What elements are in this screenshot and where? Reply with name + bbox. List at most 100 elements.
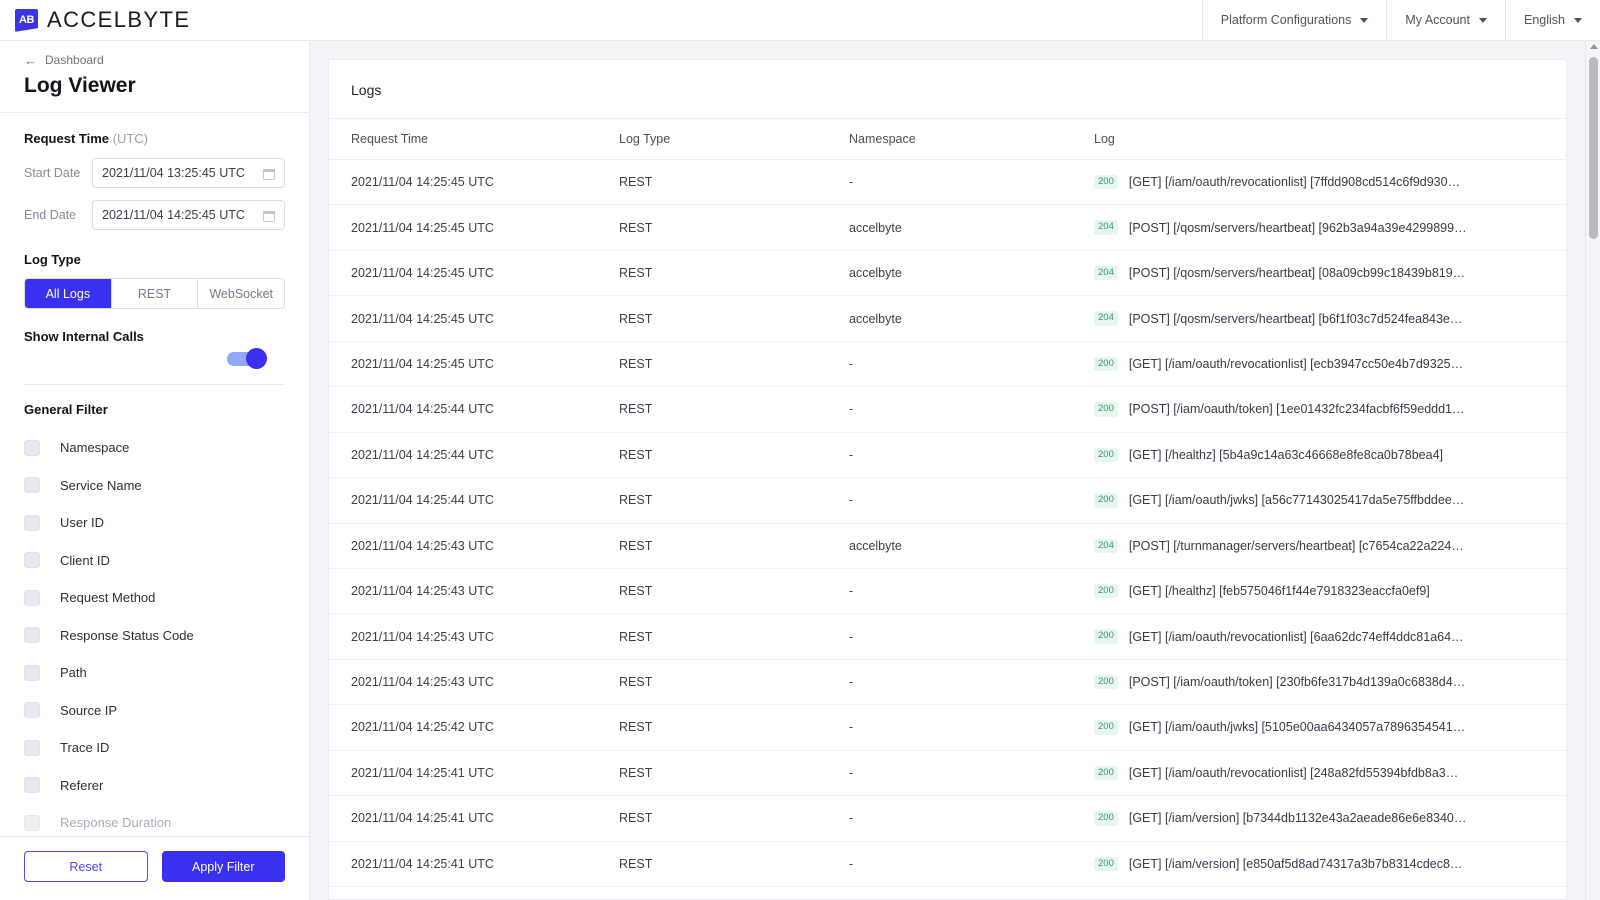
nav-language[interactable]: English	[1505, 0, 1600, 40]
table-row[interactable]: 2021/11/04 14:25:43 UTC REST -200 [GET] [/i…	[329, 613, 1566, 660]
calendar-icon[interactable]	[263, 167, 275, 180]
main-content: Logs Request Time Log Type Namespace Log…	[310, 41, 1600, 900]
general-filter-section: General Filter Namespace Service Name Us…	[24, 402, 285, 836]
log-message: [GET] [/iam/oauth/revocationlist] [7ffdd…	[1128, 175, 1461, 190]
checkbox-icon[interactable]	[24, 477, 40, 494]
status-badge: 200	[1094, 356, 1118, 372]
table-row[interactable]: 2021/11/04 14:25:45 UTC REST accelbyte 204 […	[329, 295, 1566, 342]
start-date-input[interactable]: 2021/11/04 13:25:45 UTC	[92, 158, 285, 188]
table-row[interactable]: 2021/11/04 14:25:43 UTC REST -200 [GET] [/h…	[329, 568, 1566, 615]
cell-log: 200 [GET] [/iam/oauth/revocationlist] [6a…	[1094, 613, 1566, 660]
cell-namespace: -	[849, 750, 1094, 797]
filter-trace-id[interactable]: Trace ID	[24, 729, 285, 767]
table-row[interactable]: 2021/11/04 14:25:43 UTC REST accelbyte 204 […	[329, 523, 1566, 569]
cell-log: 200 [GET] [/iam/oauth/jwks] [a56c77143025…	[1094, 477, 1566, 524]
reset-button[interactable]: Reset	[24, 851, 148, 882]
log-message: [POST] [/qosm/servers/heartbeat] [962b3a…	[1128, 220, 1467, 235]
accelbyte-logo-icon: AB	[15, 8, 38, 32]
nav-my-account[interactable]: My Account	[1386, 0, 1505, 40]
table-row[interactable]: 2021/11/04 14:25:41 UTCREST-200[GET] [/h…	[329, 886, 1566, 899]
log-message: [GET] [/healthz] [5b4a9c14a63c46668e8fe8…	[1128, 447, 1443, 462]
cell-log-type: REST	[619, 886, 849, 899]
cell-namespace: accelbyte	[849, 523, 1094, 569]
table-row[interactable]: 2021/11/04 14:25:43 UTC REST -200 [POST] [/…	[329, 659, 1566, 706]
checkbox-icon[interactable]	[24, 552, 40, 569]
log-type-option-all-logs[interactable]: All Logs	[25, 279, 111, 308]
cell-namespace: -	[849, 432, 1094, 479]
cell-log: 204 [POST] [/qosm/servers/heartbeat] [b6f…	[1094, 295, 1566, 342]
status-badge: 200	[1094, 629, 1118, 644]
page-scrollbar[interactable]	[1585, 41, 1600, 900]
checkbox-icon[interactable]	[24, 777, 40, 794]
start-date-value: 2021/11/04 13:25:45 UTC	[102, 166, 245, 180]
filter-client-id[interactable]: Client ID	[24, 542, 285, 580]
checkbox-icon[interactable]	[24, 627, 40, 644]
table-row[interactable]: 2021/11/04 14:25:41 UTC REST -200 [GET] [/i…	[329, 750, 1566, 797]
scroll-up-arrow-icon[interactable]	[1590, 44, 1598, 49]
log-message: [POST] [/iam/oauth/token] [230fb6fe317b4…	[1128, 675, 1466, 690]
table-row[interactable]: 2021/11/04 14:25:42 UTC REST -200 [GET] [/i…	[329, 704, 1566, 751]
checkbox-icon[interactable]	[24, 739, 40, 756]
cell-namespace: -	[849, 886, 1094, 899]
sidebar-footer: Reset Apply Filter	[0, 836, 309, 900]
log-type-option-websocket[interactable]: WebSocket	[197, 279, 284, 308]
checkbox-icon[interactable]	[24, 589, 40, 606]
log-cell: 204 [POST] [/qosm/servers/heartbeat] [08a…	[1094, 265, 1556, 281]
cell-request-time: 2021/11/04 14:25:41 UTC	[329, 795, 619, 842]
cell-log-type: REST	[619, 341, 849, 388]
cell-log-type: REST	[619, 704, 849, 751]
filter-user-id[interactable]: User ID	[24, 504, 285, 542]
column-header-request-time[interactable]: Request Time	[329, 118, 619, 160]
cell-log-type: REST	[619, 613, 849, 660]
table-row[interactable]: 2021/11/04 14:25:45 UTC REST accelbyte 204 […	[329, 250, 1566, 297]
filter-source-ip[interactable]: Source IP	[24, 692, 285, 730]
logs-card-title: Logs	[351, 82, 382, 98]
filter-response-duration: Response Duration	[24, 804, 285, 836]
table-row[interactable]: 2021/11/04 14:25:45 UTC REST -200 [GET] [/i…	[329, 341, 1566, 388]
table-row[interactable]: 2021/11/04 14:25:45 UTC REST -200 [GET] [/i…	[329, 159, 1566, 206]
table-row[interactable]: 2021/11/04 14:25:44 UTC REST -200 [POST] [/…	[329, 386, 1566, 433]
log-message: [POST] [/iam/oauth/token] [1ee01432fc234…	[1128, 402, 1465, 417]
table-row[interactable]: 2021/11/04 14:25:44 UTC REST -200 [GET] [/i…	[329, 477, 1566, 524]
end-date-input[interactable]: 2021/11/04 14:25:45 UTC	[92, 200, 285, 230]
nav-platform-configurations[interactable]: Platform Configurations	[1201, 0, 1387, 40]
filter-path[interactable]: Path	[24, 654, 285, 692]
show-internal-calls-toggle[interactable]	[227, 348, 267, 369]
checkbox-icon[interactable]	[24, 702, 40, 719]
column-header-log-type[interactable]: Log Type	[619, 118, 849, 160]
show-internal-calls-label: Show Internal Calls	[24, 329, 144, 344]
cell-request-time: 2021/11/04 14:25:45 UTC	[329, 250, 619, 297]
filter-namespace-label: Namespace	[60, 440, 130, 456]
checkbox-icon	[24, 814, 40, 831]
cell-namespace: accelbyte	[849, 295, 1094, 342]
table-row[interactable]: 2021/11/04 14:25:41 UTC REST -200 [GET] [/i…	[329, 841, 1566, 888]
column-header-log[interactable]: Log	[1094, 118, 1566, 160]
filter-namespace[interactable]: Namespace	[24, 429, 285, 467]
scrollbar-thumb[interactable]	[1589, 57, 1598, 239]
table-row[interactable]: 2021/11/04 14:25:45 UTC REST accelbyte 204 […	[329, 204, 1566, 251]
checkbox-icon[interactable]	[24, 439, 40, 456]
filter-request-method[interactable]: Request Method	[24, 579, 285, 617]
end-date-label: End Date	[24, 208, 77, 222]
breadcrumb[interactable]: ← Dashboard	[24, 53, 285, 67]
log-message: [GET] [/iam/version] [b7344db1132e43a2ae…	[1128, 811, 1467, 826]
table-row[interactable]: 2021/11/04 14:25:41 UTC REST -200 [GET] [/i…	[329, 795, 1566, 842]
calendar-icon[interactable]	[263, 209, 275, 222]
checkbox-icon[interactable]	[24, 514, 40, 531]
filter-service-name[interactable]: Service Name	[24, 467, 285, 505]
log-type-option-rest[interactable]: REST	[110, 279, 198, 308]
filter-response-status-code[interactable]: Response Status Code	[24, 617, 285, 655]
log-type-section: Log Type All Logs REST WebSocket	[24, 252, 285, 309]
apply-filter-button[interactable]: Apply Filter	[161, 851, 285, 882]
logs-table-scroll-area[interactable]: Request Time Log Type Namespace Log 2021…	[329, 118, 1566, 899]
status-badge: 200	[1094, 811, 1118, 826]
log-cell: 200 [GET] [/healthz] [5b4a9c14a63c46668e8…	[1094, 447, 1556, 463]
filter-referer[interactable]: Referer	[24, 767, 285, 805]
brand-logo[interactable]: AB ACCELBYTE	[0, 0, 190, 40]
column-header-namespace[interactable]: Namespace	[849, 118, 1094, 160]
general-filter-list: Namespace Service Name User ID Client ID	[24, 429, 285, 836]
cell-request-time: 2021/11/04 14:25:44 UTC	[329, 477, 619, 524]
checkbox-icon[interactable]	[24, 664, 40, 681]
log-message: [POST] [/qosm/servers/heartbeat] [08a09c…	[1128, 266, 1466, 281]
table-row[interactable]: 2021/11/04 14:25:44 UTC REST -200 [GET] [/h…	[329, 432, 1566, 479]
